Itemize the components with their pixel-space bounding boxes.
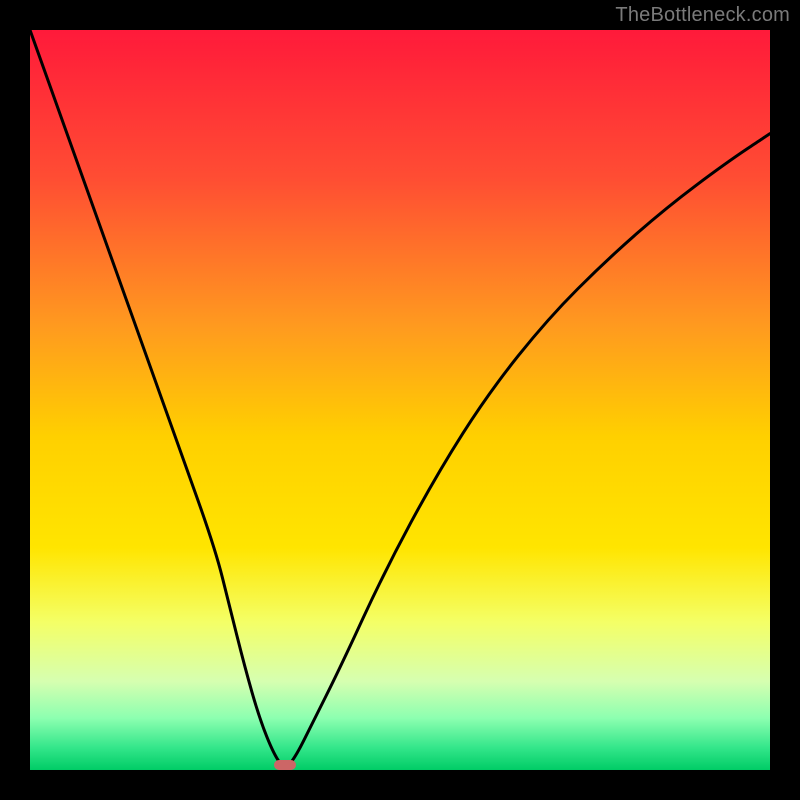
optimal-marker [274,760,296,770]
plot-area [30,30,770,770]
bottleneck-curve [30,30,770,770]
chart-frame: TheBottleneck.com [0,0,800,800]
watermark-text: TheBottleneck.com [615,4,790,27]
